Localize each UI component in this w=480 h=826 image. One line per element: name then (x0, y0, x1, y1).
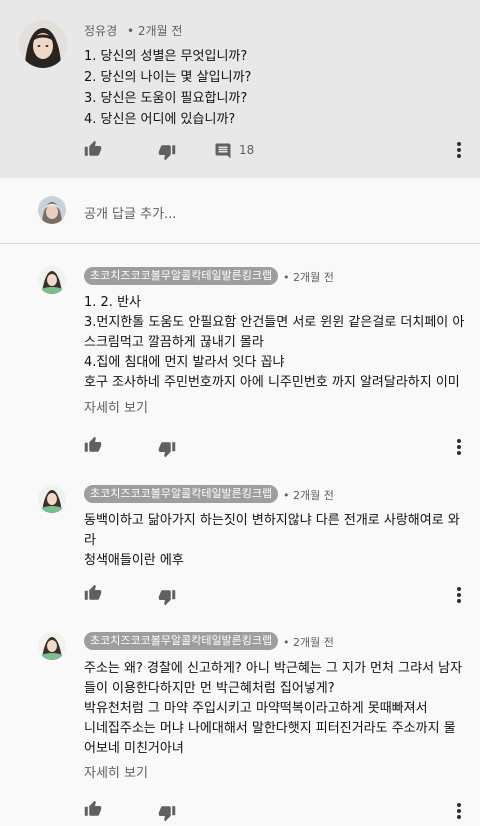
my-avatar (38, 196, 66, 224)
comment-text-line: 2. 당신의 나이는 몇 살입니까? (84, 70, 252, 85)
comment-time[interactable]: • 2개월 전 (283, 269, 334, 285)
read-more-link[interactable]: 자세히 보기 (84, 762, 148, 781)
dislike-icon[interactable] (158, 804, 176, 826)
author-badge[interactable]: 초코치즈코코볼무알콜칵테일발른킹크랩 (84, 267, 279, 285)
reply-count-icon[interactable] (214, 142, 232, 164)
read-more-link[interactable]: 자세히 보기 (84, 397, 148, 416)
comment-text-line: 라 (84, 533, 96, 548)
comment-text-line: 스크림먹고 깔끔하게 끊내기 몰라 (84, 335, 264, 350)
comment-time[interactable]: • 2개월 전 (283, 634, 334, 650)
comment-text-line: 어보네 미친거아녀 (84, 741, 184, 756)
comment-text-line: 3.먼지한톨 도움도 안필요함 안건들면 서로 윈윈 같은걸로 더치페이 아 (84, 315, 465, 330)
comment-text-line: 청색애들이란 에후 (84, 553, 184, 568)
comment-author[interactable]: 정유경 (84, 24, 117, 38)
divider (0, 243, 480, 244)
comment-text-line: 호구 조사하네 주민번호까지 아에 니주민번호 까지 알려달라하지 이미 (84, 375, 460, 390)
more-vert-icon[interactable] (455, 141, 463, 163)
comment-time[interactable]: • 2개월 전 (127, 24, 182, 38)
avatar[interactable] (38, 266, 66, 294)
comment-text-line: 주소는 왜? 경찰에 신고하게? 아니 박근혜는 그 지가 먼처 그랴서 남자 (84, 661, 463, 676)
comment-time[interactable]: • 2개월 전 (283, 487, 334, 503)
comment-text-line: 4. 당신은 어디에 있습니까? (84, 112, 236, 127)
avatar[interactable] (19, 20, 67, 68)
comment-text-line: 4.집에 침대에 먼지 발라서 잇다 꼽냐 (84, 355, 285, 370)
dislike-icon[interactable] (158, 440, 176, 462)
comment-text-line: 니네집주소는 머냐 나에대해서 말한다햇지 피터진거라도 주소까지 물 (84, 721, 456, 736)
like-icon[interactable] (84, 800, 102, 822)
comment-text-line: 동백이하고 닮아가지 하는짓이 변하지않냐 다른 전개로 사랑해여로 와 (84, 513, 460, 528)
avatar[interactable] (38, 632, 66, 660)
comment-text-line: 1. 2. 반사 (84, 295, 141, 310)
like-icon[interactable] (84, 436, 102, 458)
more-vert-icon[interactable] (455, 802, 463, 824)
like-icon[interactable] (84, 140, 102, 162)
avatar[interactable] (38, 485, 66, 513)
dislike-icon[interactable] (158, 588, 176, 610)
comment-header: 정유경 • 2개월 전 (84, 22, 182, 39)
like-icon[interactable] (84, 584, 102, 606)
comment-text-line: 3. 당신은 도움이 필요합니까? (84, 91, 248, 106)
reply-count[interactable]: 18 (239, 143, 254, 157)
comment-text-line: 1. 당신의 성별은 무엇입니까? (84, 49, 248, 64)
dislike-icon[interactable] (158, 143, 176, 165)
author-badge[interactable]: 초코치즈코코볼무알콜칵테일발른킹크랩 (84, 485, 279, 503)
more-vert-icon[interactable] (455, 586, 463, 608)
more-vert-icon[interactable] (455, 438, 463, 460)
reply-input[interactable]: 공개 답글 추가... (84, 203, 176, 222)
comment-text-line: 박유천처럼 그 마약 주입시키고 마약떡복이라고하게 못때빠져서 (84, 701, 428, 716)
comment-text-line: 들이 이용한다하지만 먼 박근혜처럼 집어넣게? (84, 681, 335, 696)
reply-input-row (0, 180, 480, 242)
author-badge[interactable]: 초코치즈코코볼무알콜칵테일발른킹크랩 (84, 632, 279, 650)
